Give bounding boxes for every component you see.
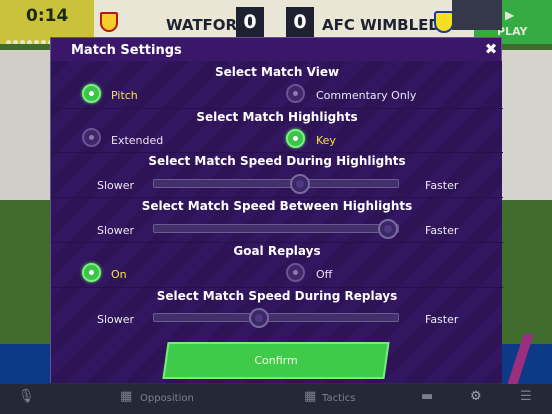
home-team-crest-icon	[100, 12, 118, 32]
slider-max-label: Faster	[425, 179, 459, 192]
radio-on[interactable]	[82, 263, 101, 282]
speed-during-highlights-slider[interactable]	[153, 174, 399, 194]
away-score: 0	[286, 7, 314, 37]
slider-max-label: Faster	[425, 313, 459, 326]
confirm-label: Confirm	[254, 354, 298, 367]
divider	[51, 197, 503, 198]
tactics-tab[interactable]: Tactics	[322, 393, 356, 404]
match-progress-dots	[6, 30, 86, 45]
radio-label-extended: Extended	[111, 134, 164, 147]
tactics-icon: ▦	[304, 389, 317, 404]
divider	[51, 287, 503, 288]
pitch-background-right	[500, 44, 552, 394]
radio-commentary-only[interactable]	[286, 84, 305, 103]
slider-min-label: Slower	[97, 179, 135, 192]
slider-thumb[interactable]	[248, 308, 269, 328]
confirm-button[interactable]: Confirm	[162, 342, 390, 379]
play-icon: ▶	[505, 8, 515, 22]
section-title-speed-between: Select Match Speed Between Highlights	[141, 199, 413, 213]
radio-pitch[interactable]	[82, 84, 101, 103]
radio-label-off: Off	[316, 268, 333, 281]
speed-between-highlights-slider[interactable]	[153, 219, 399, 239]
gear-icon[interactable]: ⚙	[470, 389, 482, 404]
divider	[51, 242, 503, 243]
slider-thumb[interactable]	[378, 219, 399, 239]
slider-min-label: Slower	[97, 224, 135, 237]
radio-label-commentary-only: Commentary Only	[316, 89, 417, 102]
section-title-match-view: Select Match View	[214, 65, 340, 79]
dialog-title: Match Settings	[71, 43, 182, 58]
microphone-icon[interactable]: 🎙	[18, 389, 35, 404]
slider-thumb[interactable]	[290, 174, 311, 194]
pitch-background-left	[0, 44, 50, 384]
divider	[51, 108, 503, 109]
minimize-icon[interactable]: ▬	[421, 389, 433, 404]
match-settings-dialog: Match Settings ✖ Select Match View Pitch…	[50, 37, 503, 383]
divider	[51, 152, 503, 153]
radio-off[interactable]	[286, 263, 305, 282]
match-clock: 0:14	[26, 6, 69, 26]
section-title-speed-replays: Select Match Speed During Replays	[156, 289, 398, 303]
slider-min-label: Slower	[97, 313, 135, 326]
radio-extended[interactable]	[82, 128, 101, 147]
opposition-tab[interactable]: Opposition	[140, 393, 194, 404]
settings-panel: Select Match View Pitch Commentary Only …	[51, 61, 503, 383]
radio-key[interactable]	[286, 129, 305, 148]
close-icon[interactable]: ✖	[483, 41, 499, 57]
home-score: 0	[236, 7, 264, 37]
section-title-highlights: Select Match Highlights	[196, 110, 358, 124]
radio-label-key: Key	[316, 134, 336, 147]
away-team-crest-icon	[434, 11, 454, 33]
opposition-icon: ▦	[120, 389, 133, 404]
slider-max-label: Faster	[425, 224, 459, 237]
menu-icon[interactable]: ☰	[520, 389, 532, 404]
speed-during-replays-slider[interactable]	[153, 308, 399, 328]
radio-label-pitch: Pitch	[111, 89, 138, 102]
radio-label-on: On	[111, 268, 127, 281]
settings-tab-active[interactable]	[452, 0, 502, 30]
section-title-speed-during: Select Match Speed During Highlights	[148, 154, 406, 168]
section-title-goal-replays: Goal Replays	[233, 244, 321, 258]
